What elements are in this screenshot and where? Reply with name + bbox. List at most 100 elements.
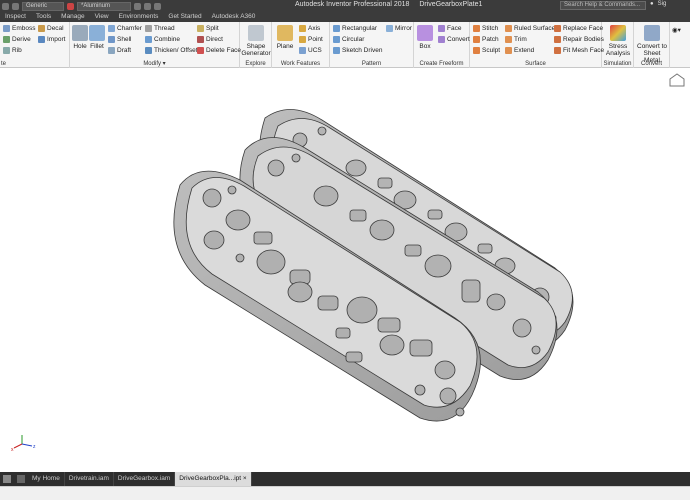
plane-button[interactable]: Plane bbox=[274, 25, 296, 50]
app-title: Autodesk Inventor Professional 2018 bbox=[295, 1, 410, 8]
sketch-driven-pattern-button[interactable]: Sketch Driven bbox=[333, 47, 382, 54]
hole-icon bbox=[72, 25, 88, 41]
help-search-input[interactable]: Search Help & Commands... bbox=[560, 1, 646, 10]
tab-environments[interactable]: Environments bbox=[114, 12, 164, 22]
draft-button[interactable]: Draft bbox=[108, 47, 131, 54]
circular-pattern-button[interactable]: Circular bbox=[333, 36, 364, 43]
close-icon[interactable]: × bbox=[243, 475, 247, 482]
tab-view[interactable]: View bbox=[90, 12, 114, 22]
direct-icon bbox=[197, 36, 204, 43]
document-tabs: My Home Drivetrain.iam DriveGearbox.iam … bbox=[0, 472, 690, 486]
panel-pattern: Rectangular Circular Sketch Driven Mirro… bbox=[330, 22, 414, 68]
panel-title-modify[interactable]: Modify ▾ bbox=[70, 60, 239, 67]
axis-icon bbox=[299, 25, 306, 32]
stitch-button[interactable]: Stitch bbox=[473, 25, 498, 32]
part-model[interactable] bbox=[0, 68, 690, 472]
delete-face-button[interactable]: Delete Face bbox=[197, 47, 241, 54]
menu-icon[interactable] bbox=[17, 475, 25, 483]
decal-button[interactable]: Decal bbox=[38, 25, 64, 32]
repair-bodies-button[interactable]: Repair Bodies bbox=[554, 36, 604, 43]
settings-icon[interactable] bbox=[134, 2, 141, 10]
shell-button[interactable]: Shell bbox=[108, 36, 131, 43]
ruled-surface-button[interactable]: Ruled Surface bbox=[505, 25, 555, 32]
appearance-dropdown[interactable]: Generic bbox=[22, 1, 64, 11]
tab-manage[interactable]: Manage bbox=[56, 12, 90, 22]
svg-text:z: z bbox=[33, 444, 36, 450]
fx-icon[interactable] bbox=[144, 2, 151, 10]
panel-convert: Convert to Sheet Metal Convert bbox=[634, 22, 670, 68]
panel-surface: Stitch Patch Sculpt Ruled Surface Trim E… bbox=[470, 22, 604, 68]
ribbon-options-button[interactable]: ◉▾ bbox=[672, 26, 681, 34]
ruled-surface-icon bbox=[505, 25, 512, 32]
point-button[interactable]: Point bbox=[299, 36, 323, 43]
axis-button[interactable]: Axis bbox=[299, 25, 320, 32]
mirror-button[interactable]: Mirror bbox=[386, 25, 412, 32]
panel-title-explore: Explore bbox=[245, 61, 266, 67]
point-icon bbox=[299, 36, 306, 43]
convert-freeform-button[interactable]: Convert bbox=[438, 36, 470, 43]
extend-button[interactable]: Extend bbox=[505, 47, 534, 54]
quick-access-icon[interactable] bbox=[2, 2, 9, 10]
chevron-down-icon: ◉▾ bbox=[672, 27, 681, 34]
tab-my-home[interactable]: My Home bbox=[28, 472, 65, 486]
sculpt-button[interactable]: Sculpt bbox=[473, 47, 500, 54]
tab-inspect[interactable]: Inspect bbox=[0, 12, 31, 22]
patch-button[interactable]: Patch bbox=[473, 36, 499, 43]
replace-face-button[interactable]: Replace Face bbox=[554, 25, 603, 32]
ucs-button[interactable]: UCS bbox=[299, 47, 322, 54]
shape-generator-button[interactable]: Shape Generator bbox=[241, 25, 271, 57]
material-icon bbox=[67, 2, 74, 10]
more-icon[interactable] bbox=[154, 2, 161, 10]
panel-title-pattern: Pattern bbox=[361, 61, 382, 67]
rectangular-pattern-button[interactable]: Rectangular bbox=[333, 25, 377, 32]
import-button[interactable]: Import bbox=[38, 36, 65, 43]
sketch-driven-icon bbox=[333, 47, 340, 54]
chamfer-button[interactable]: Chamfer bbox=[108, 25, 142, 32]
split-button[interactable]: Split bbox=[197, 25, 219, 32]
hole-button[interactable]: Hole bbox=[72, 25, 88, 50]
color-icon[interactable] bbox=[12, 2, 19, 10]
combine-icon bbox=[145, 36, 152, 43]
combine-button[interactable]: Combine bbox=[145, 36, 180, 43]
panel-title-convert: Convert bbox=[640, 61, 662, 67]
stress-analysis-button[interactable]: Stress Analysis bbox=[604, 25, 632, 57]
draft-icon bbox=[108, 47, 115, 54]
delete-face-icon bbox=[197, 47, 204, 54]
tab-drivetrain[interactable]: Drivetrain.iam bbox=[65, 472, 114, 486]
ucs-icon bbox=[299, 47, 306, 54]
rectangular-pattern-icon bbox=[333, 25, 340, 32]
tab-a360[interactable]: Autodesk A360 bbox=[207, 12, 261, 22]
face-button[interactable]: Face bbox=[438, 25, 461, 32]
material-dropdown[interactable]: *Aluminum bbox=[77, 1, 131, 11]
graphics-window[interactable] bbox=[0, 68, 690, 472]
patch-icon bbox=[473, 36, 480, 43]
decal-icon bbox=[38, 25, 45, 32]
extend-icon bbox=[505, 47, 512, 54]
user-name: Sig bbox=[657, 1, 667, 7]
panel-title-simulation: Simulation bbox=[603, 61, 632, 67]
user-area[interactable]: ● Sig bbox=[650, 1, 666, 7]
import-icon bbox=[38, 36, 45, 43]
plane-icon bbox=[277, 25, 293, 41]
rib-button[interactable]: Rib bbox=[3, 47, 22, 54]
tile-icon[interactable] bbox=[3, 475, 11, 483]
fillet-button[interactable]: Fillet bbox=[89, 25, 105, 50]
derive-button[interactable]: Derive bbox=[3, 36, 31, 43]
direct-button[interactable]: Direct bbox=[197, 36, 223, 43]
thread-button[interactable]: Thread bbox=[145, 25, 175, 32]
tab-drivegearbox[interactable]: DriveGearbox.iam bbox=[114, 472, 176, 486]
panel-modify: Hole Fillet Chamfer Shell Draft Thread C… bbox=[70, 22, 241, 68]
emboss-button[interactable]: Emboss bbox=[3, 25, 35, 32]
thicken-offset-button[interactable]: Thicken/ Offset bbox=[145, 47, 198, 54]
convert-sheet-metal-button[interactable]: Convert to Sheet Metal bbox=[635, 25, 669, 64]
face-icon bbox=[438, 25, 445, 32]
panel-title-surface: Surface bbox=[525, 61, 546, 67]
derive-icon bbox=[3, 36, 10, 43]
trim-button[interactable]: Trim bbox=[505, 36, 527, 43]
viewcube-home-icon[interactable] bbox=[668, 72, 686, 88]
tab-get-started[interactable]: Get Started bbox=[163, 12, 206, 22]
box-button[interactable]: Box bbox=[416, 25, 434, 50]
fit-mesh-face-button[interactable]: Fit Mesh Face bbox=[554, 47, 604, 54]
tab-tools[interactable]: Tools bbox=[31, 12, 56, 22]
tab-drivegearboxplate[interactable]: DriveGearboxPla...ipt × bbox=[175, 472, 252, 486]
